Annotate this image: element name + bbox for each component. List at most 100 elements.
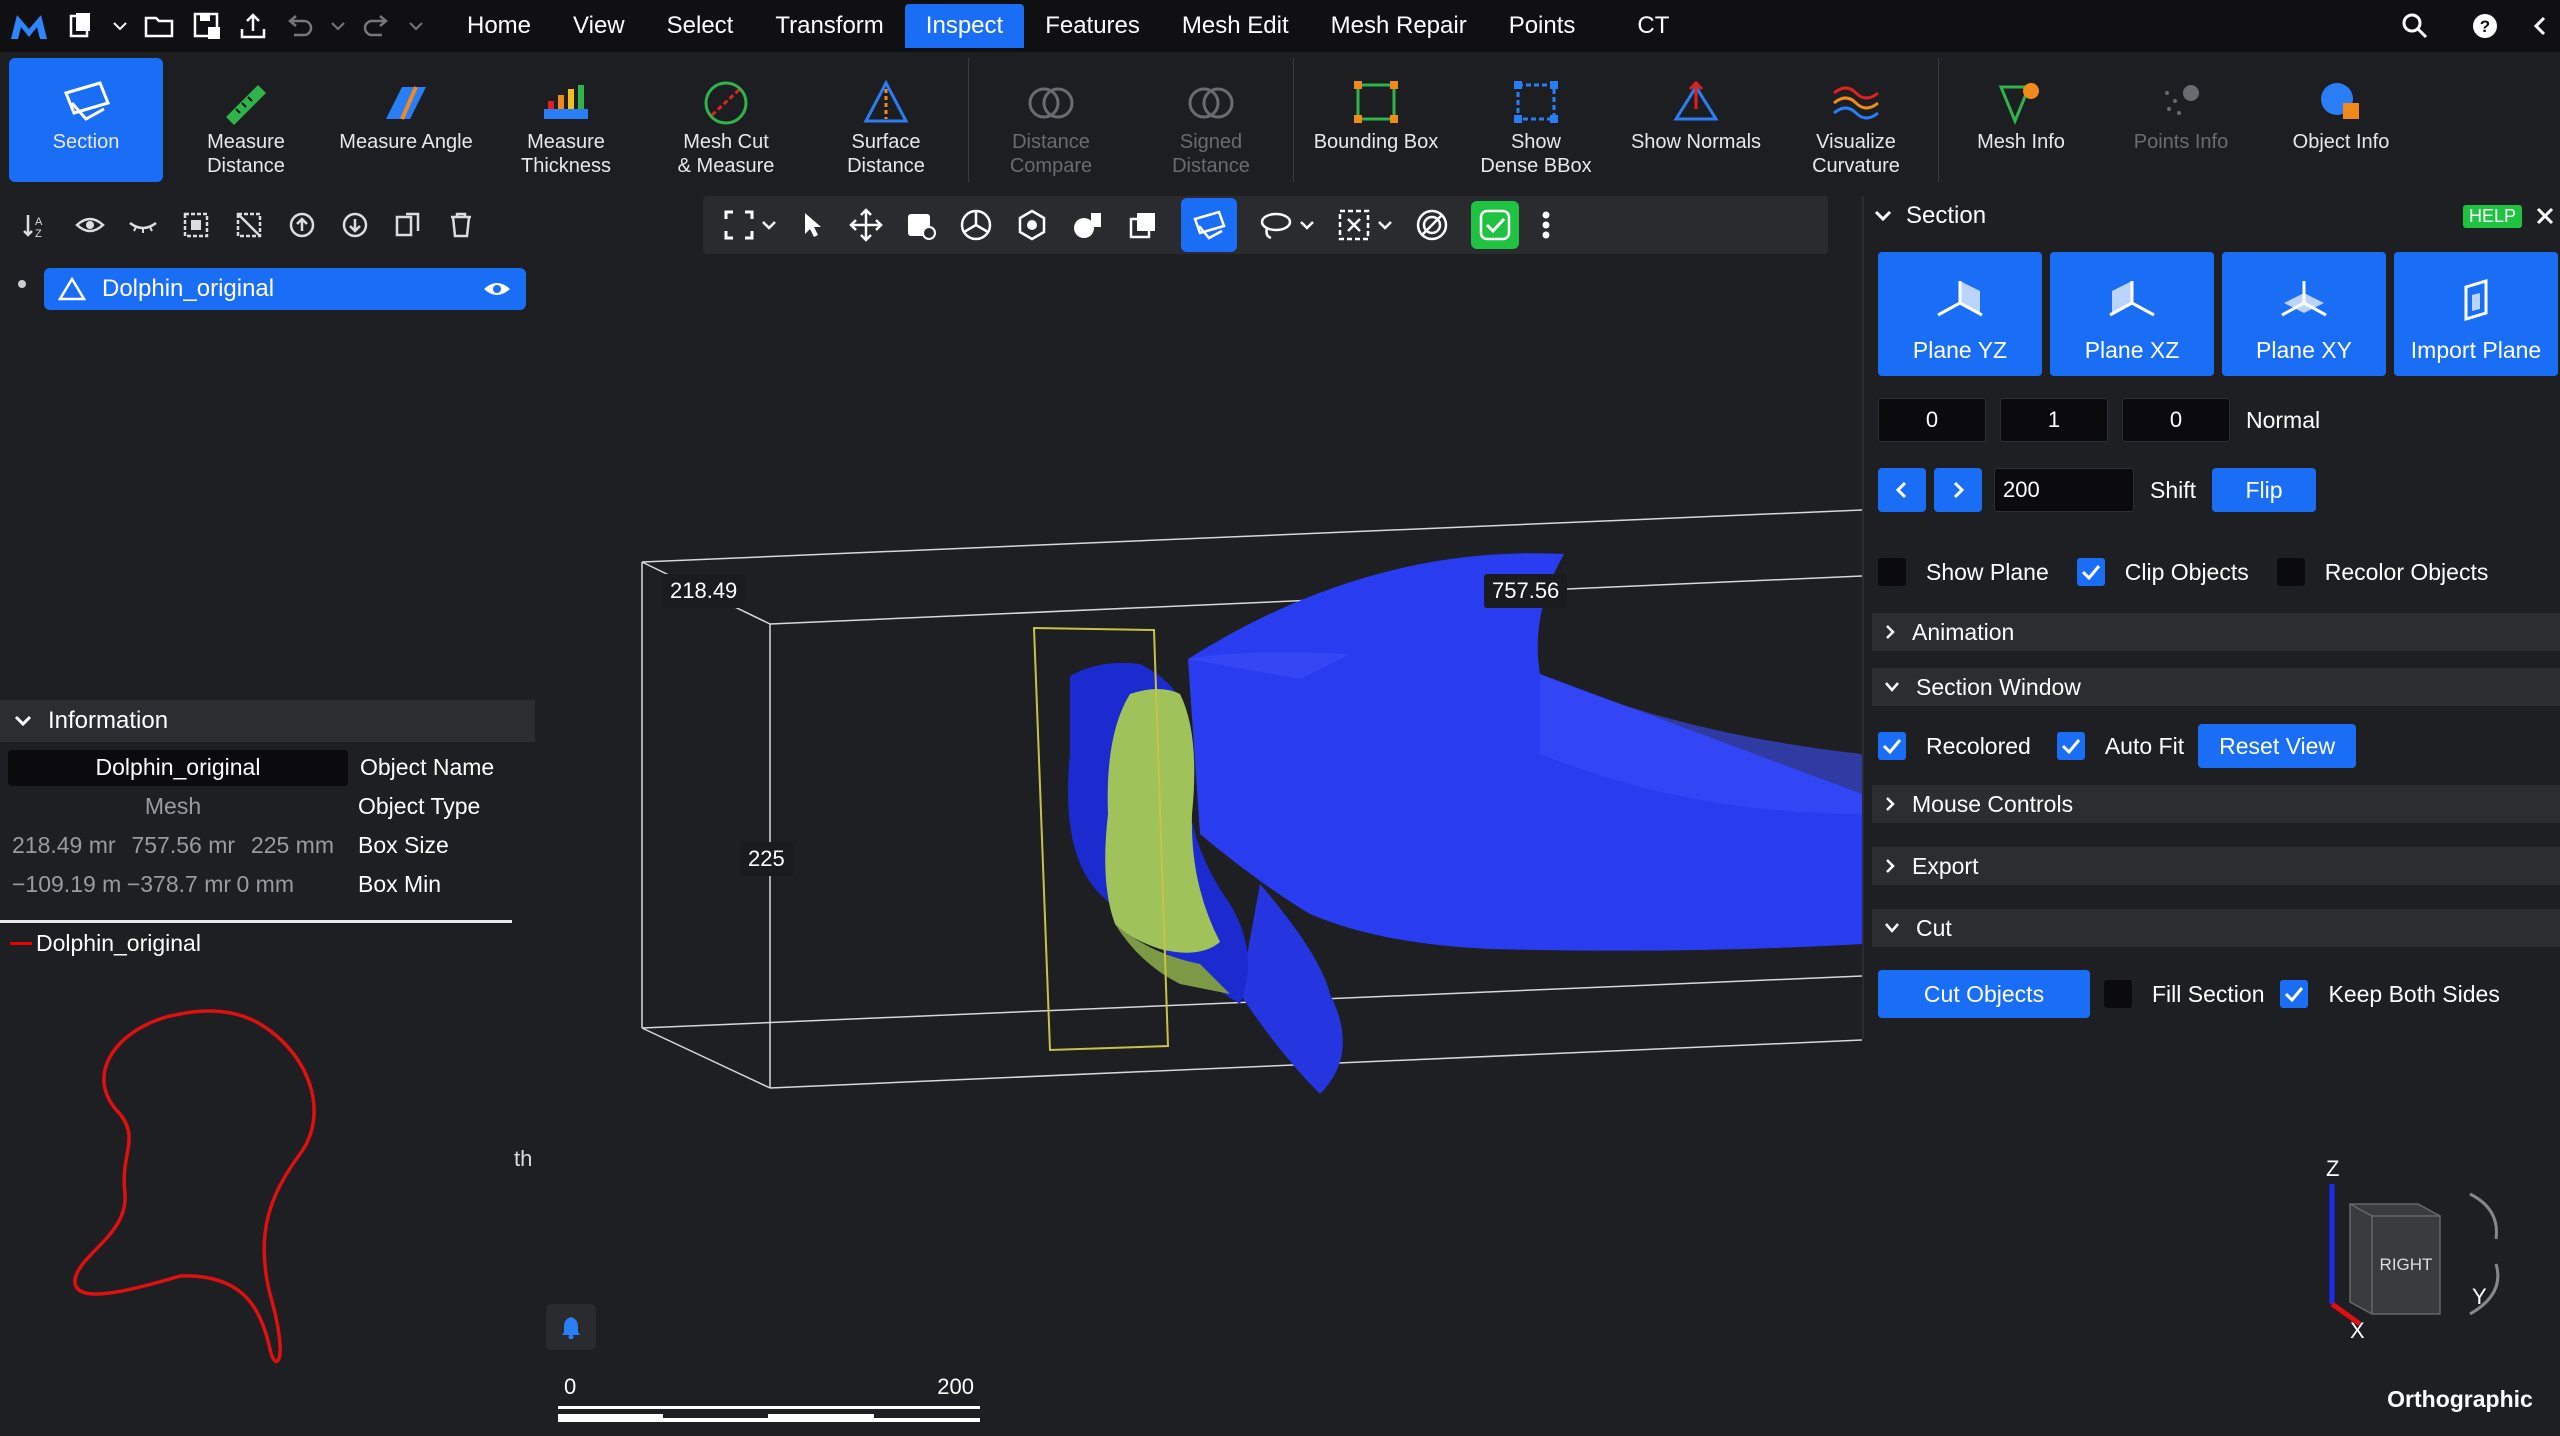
cut-section[interactable]: Cut	[1872, 909, 2560, 947]
redo-chevron-icon[interactable]	[400, 0, 432, 52]
cut-row: Cut Objects Fill Section Keep Both Sides	[1878, 970, 2500, 1018]
import-plane-button[interactable]: Import Plane	[2394, 252, 2558, 376]
visibility-eye-icon[interactable]	[482, 279, 512, 299]
reset-view-button[interactable]: Reset View	[2198, 724, 2357, 768]
recolored-checkbox[interactable]	[1878, 732, 1906, 760]
shift-increase-button[interactable]	[1934, 468, 1982, 512]
information-header[interactable]: Information	[0, 700, 535, 742]
duplicate-icon[interactable]	[381, 211, 434, 239]
deselect-icon[interactable]	[222, 211, 275, 239]
auto-fit-checkbox[interactable]	[2056, 732, 2085, 760]
dimension-y-label: 757.56	[1484, 574, 1568, 608]
normal-y-input[interactable]: 1	[2000, 398, 2108, 442]
legend-swatch	[10, 942, 32, 945]
object-type-row: Mesh Object Type	[0, 787, 540, 826]
section-button[interactable]: Section	[9, 58, 163, 182]
ribbon-separator	[968, 58, 969, 182]
surface-distance-button[interactable]: Surface Distance	[809, 58, 963, 182]
tab-mesh-edit[interactable]: Mesh Edit	[1161, 4, 1310, 48]
chevron-down-icon[interactable]	[1874, 209, 1892, 223]
select-all-icon[interactable]	[169, 211, 222, 239]
open-folder-icon[interactable]	[136, 0, 184, 52]
orientation-cube[interactable]: Z Y X RIGHT	[2310, 1154, 2550, 1354]
export-section[interactable]: Export	[1872, 847, 2560, 885]
eye-icon[interactable]	[63, 213, 116, 237]
move-up-icon[interactable]	[275, 211, 328, 239]
tab-select[interactable]: Select	[646, 4, 755, 48]
mesh-cut-measure-button[interactable]: Mesh Cut & Measure	[649, 58, 803, 182]
section-window-section[interactable]: Section Window	[1872, 668, 2560, 706]
tab-mesh-repair[interactable]: Mesh Repair	[1310, 4, 1488, 48]
tab-ct[interactable]: CT	[1616, 4, 1690, 48]
tab-home[interactable]: Home	[446, 4, 552, 48]
redo-icon[interactable]	[354, 0, 400, 52]
shift-decrease-button[interactable]	[1878, 468, 1926, 512]
help-icon[interactable]: ?	[2450, 12, 2520, 40]
distance-compare-button[interactable]: Distance Compare	[974, 58, 1128, 182]
export-icon[interactable]	[230, 0, 276, 52]
object-type-value: Mesh	[144, 793, 202, 819]
scale-bar-graphic	[558, 1406, 980, 1422]
delete-icon[interactable]	[434, 211, 487, 239]
measure-angle-button[interactable]: Measure Angle	[329, 58, 483, 182]
fill-section-checkbox[interactable]	[2104, 980, 2132, 1008]
points-info-button[interactable]: Points Info	[2104, 58, 2258, 182]
measure-distance-button[interactable]: Measure Distance	[169, 58, 323, 182]
plane-yz-button[interactable]: Plane YZ	[1878, 252, 2042, 376]
cut-objects-button[interactable]: Cut Objects	[1878, 970, 2090, 1018]
recolored-label: Recolored	[1926, 732, 2031, 759]
normal-z-input[interactable]: 0	[2122, 398, 2230, 442]
undo-icon[interactable]	[276, 0, 322, 52]
dense-bbox-icon	[1510, 74, 1562, 130]
eye-closed-icon[interactable]	[116, 213, 169, 237]
scene-object-item[interactable]: Dolphin_original	[44, 268, 526, 310]
bounding-box-button[interactable]: Bounding Box	[1299, 58, 1453, 182]
measure-thickness-button[interactable]: Measure Thickness	[489, 58, 643, 182]
notification-button[interactable]	[546, 1304, 596, 1350]
normal-x-input[interactable]: 0	[1878, 398, 1986, 442]
show-plane-checkbox[interactable]	[1878, 558, 1906, 586]
search-icon[interactable]	[2380, 12, 2450, 40]
menu-bar: Home View Select Transform Inspect Featu…	[0, 0, 2560, 52]
box-min-y: −378.7 mr	[126, 871, 232, 897]
tab-features[interactable]: Features	[1024, 4, 1161, 48]
mesh-info-button[interactable]: Mesh Info	[1944, 58, 2098, 182]
signed-distance-button[interactable]: Signed Distance	[1134, 58, 1288, 182]
box-size-z: 225 mm	[250, 832, 334, 858]
plane-xy-label: Plane XY	[2256, 337, 2352, 363]
recolor-objects-checkbox[interactable]	[2276, 558, 2305, 586]
keep-both-sides-checkbox[interactable]	[2280, 980, 2309, 1008]
shift-input[interactable]: 200	[1994, 468, 2134, 512]
show-normals-button[interactable]: Show Normals	[1619, 58, 1773, 182]
flip-button[interactable]: Flip	[2212, 468, 2317, 512]
animation-section[interactable]: Animation	[1872, 613, 2560, 651]
app-logo-icon[interactable]	[0, 0, 58, 52]
undo-chevron-icon[interactable]	[322, 0, 354, 52]
object-info-button[interactable]: Object Info	[2264, 58, 2418, 182]
sort-icon[interactable]: AZ	[10, 211, 63, 239]
plane-xy-button[interactable]: Plane XY	[2222, 252, 2386, 376]
mouse-controls-section[interactable]: Mouse Controls	[1872, 785, 2560, 823]
show-dense-bbox-button[interactable]: Show Dense BBox	[1459, 58, 1613, 182]
new-document-icon[interactable]	[58, 0, 104, 52]
visualize-curvature-button[interactable]: Visualize Curvature	[1779, 58, 1933, 182]
normal-row: 0 1 0 Normal	[1878, 398, 2320, 442]
plane-xz-button[interactable]: Plane XZ	[2050, 252, 2214, 376]
help-badge[interactable]: HELP	[2462, 204, 2522, 228]
mesh-cut-icon	[700, 74, 752, 130]
collapse-icon[interactable]	[2520, 14, 2560, 38]
projection-label[interactable]: Orthographic	[2360, 1386, 2560, 1413]
object-name-field[interactable]: Dolphin_original	[8, 749, 348, 786]
save-icon[interactable]	[184, 0, 230, 52]
move-down-icon[interactable]	[328, 211, 381, 239]
tab-view[interactable]: View	[552, 4, 646, 48]
tab-inspect[interactable]: Inspect	[904, 4, 1025, 48]
close-icon[interactable]	[2536, 207, 2554, 225]
tab-points[interactable]: Points	[1488, 4, 1597, 48]
surface-distance-icon	[860, 74, 912, 130]
tab-transform[interactable]: Transform	[754, 4, 904, 48]
chevron-down-icon[interactable]	[104, 0, 136, 52]
chevron-right-icon	[1884, 796, 1896, 812]
svg-text:Z: Z	[35, 228, 42, 239]
clip-objects-checkbox[interactable]	[2076, 558, 2105, 586]
